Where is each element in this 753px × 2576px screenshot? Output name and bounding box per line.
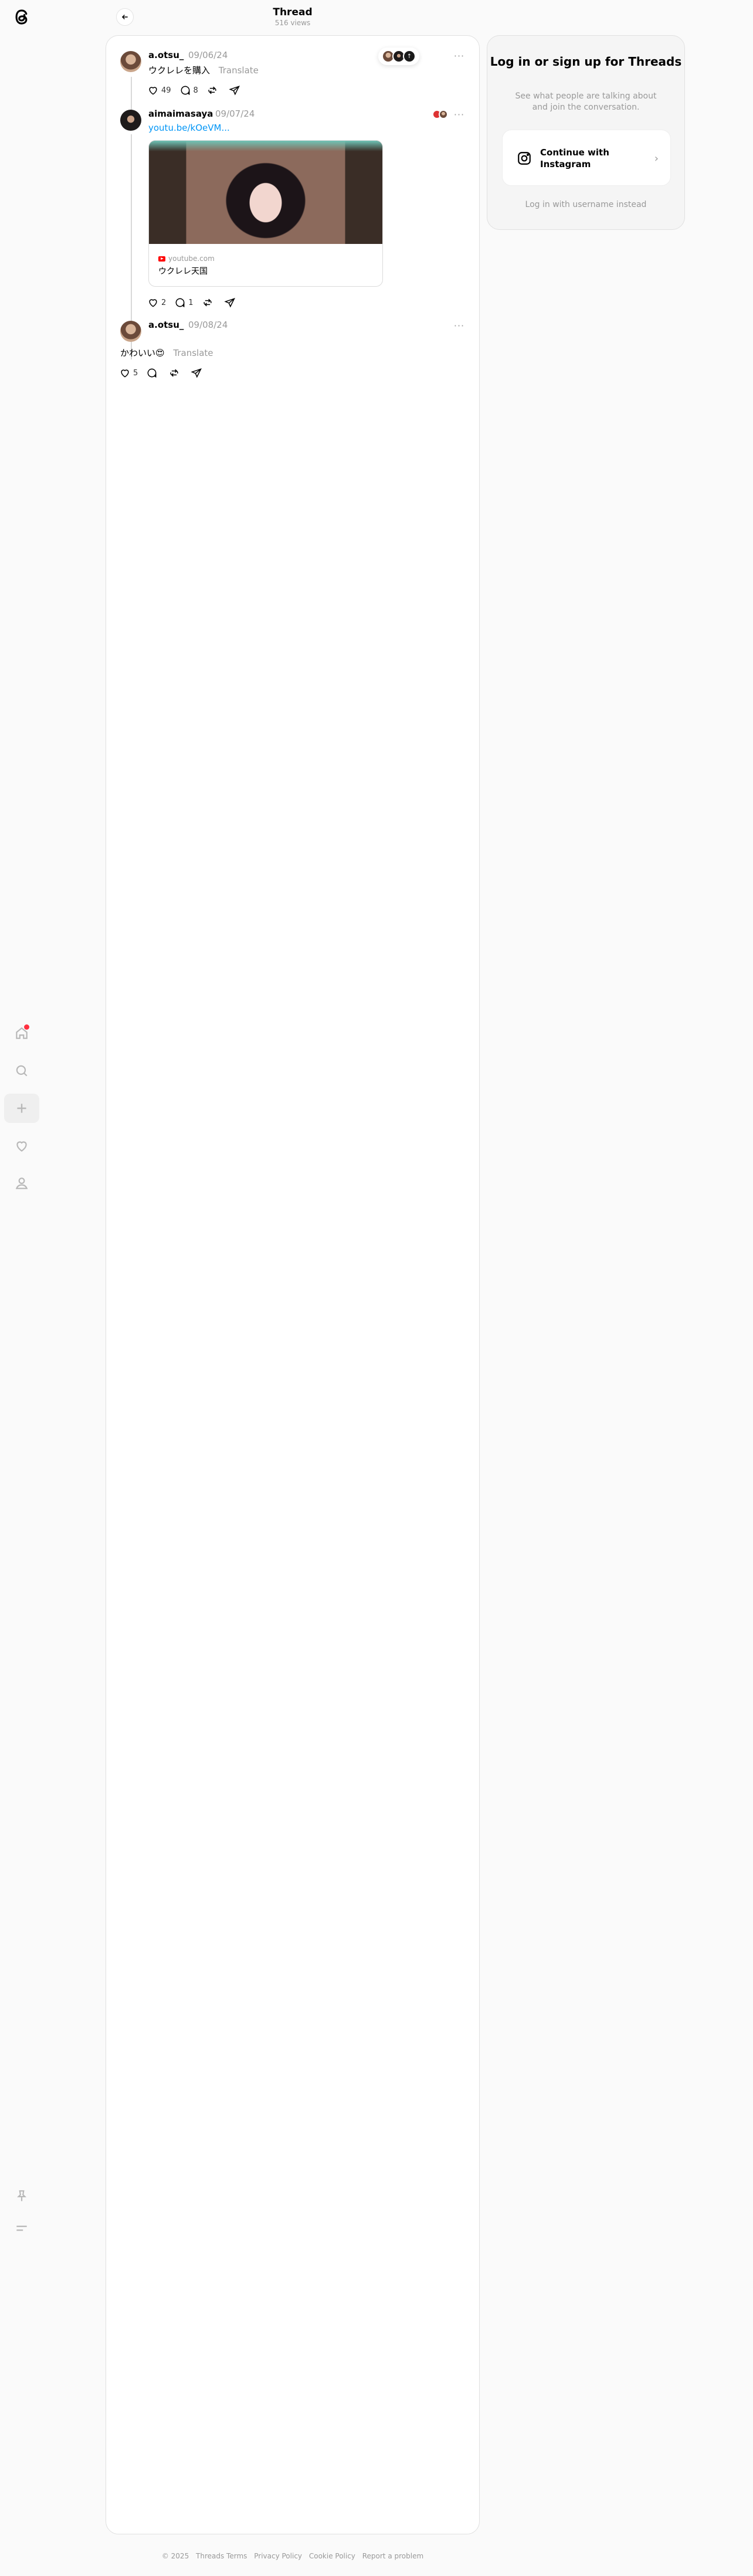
repost-icon: [170, 369, 178, 377]
repost-icon: [203, 298, 212, 307]
footer: © 2025 Threads Terms Privacy Policy Cook…: [106, 2552, 480, 2560]
post-text: かわいい😍 Translate: [120, 347, 213, 359]
translate-link[interactable]: Translate: [219, 65, 259, 76]
reply-count: 1: [188, 298, 194, 307]
send-icon: [191, 368, 202, 378]
participants-avatars[interactable]: ↑: [378, 47, 419, 65]
reply-button[interactable]: 1: [174, 295, 194, 310]
post-body: かわいい😍: [120, 348, 165, 358]
post-date[interactable]: 09/08/24: [188, 320, 228, 330]
login-subtitle: See what people are talking about and jo…: [515, 91, 657, 112]
link-preview-card[interactable]: youtube.com ウクレレ天国: [148, 140, 383, 287]
page-title: Thread: [273, 6, 313, 18]
post-actions: 2 1: [147, 295, 246, 310]
post-body: ウクレレを購入: [148, 65, 211, 76]
like-button[interactable]: 2: [147, 295, 166, 310]
person-icon: [15, 1177, 28, 1189]
video-thumbnail[interactable]: [149, 141, 382, 244]
like-button[interactable]: 5: [119, 365, 138, 381]
post-text: ウクレレを購入 Translate: [148, 64, 259, 76]
post-link[interactable]: youtu.be/kOeVM...: [148, 123, 230, 133]
footer-privacy-link[interactable]: Privacy Policy: [254, 2552, 302, 2560]
comment-icon: [181, 86, 189, 96]
heart-icon: [16, 1141, 27, 1152]
post-actions: 49 8: [147, 83, 251, 98]
liker-avatars: [432, 110, 448, 119]
nav-create[interactable]: [4, 1094, 39, 1123]
send-icon: [223, 298, 235, 308]
embed-title: ウクレレ天国: [158, 267, 208, 276]
avatar: [439, 110, 448, 119]
repost-button[interactable]: [206, 83, 221, 98]
login-title: Log in or sign up for Threads: [490, 55, 682, 69]
like-count: 5: [133, 368, 138, 378]
avatar[interactable]: [120, 110, 141, 131]
footer-terms-link[interactable]: Threads Terms: [196, 2552, 247, 2560]
username[interactable]: a.otsu_: [148, 50, 184, 60]
comment-icon: [175, 298, 185, 308]
like-button[interactable]: 49: [147, 83, 171, 98]
view-count: 516 views: [274, 19, 311, 27]
like-count: 2: [161, 298, 167, 307]
footer-copyright: © 2025: [161, 2552, 189, 2560]
youtube-icon: [158, 256, 165, 262]
like-count: 49: [161, 86, 171, 95]
reply-button[interactable]: 8: [179, 83, 198, 98]
pin-icon: [16, 2190, 27, 2201]
chevron-right-icon: ›: [654, 152, 659, 165]
share-button[interactable]: [229, 83, 243, 98]
avatar[interactable]: [120, 321, 141, 342]
threads-logo-icon[interactable]: [12, 7, 32, 27]
thread-header: Thread 516 views: [106, 0, 480, 35]
instagram-icon: [518, 152, 531, 165]
post-actions: 5: [119, 365, 213, 381]
share-button[interactable]: [223, 295, 238, 310]
username[interactable]: a.otsu_: [148, 320, 184, 330]
repost-button[interactable]: [168, 365, 182, 381]
arrow-up-icon: ↑: [403, 50, 416, 63]
footer-report-link[interactable]: Report a problem: [362, 2552, 423, 2560]
post-date[interactable]: 09/06/24: [188, 50, 228, 60]
nav-pin[interactable]: [4, 2181, 39, 2211]
username-login-link[interactable]: Log in with username instead: [487, 200, 684, 209]
reply-count: 8: [193, 86, 198, 95]
heart-icon: [149, 87, 157, 95]
login-panel: Log in or sign up for Threads See what p…: [487, 35, 685, 230]
instagram-button-label: Continue with Instagram: [540, 147, 609, 169]
repost-button[interactable]: [202, 295, 216, 310]
notification-dot: [24, 1024, 29, 1030]
menu-icon: [16, 2225, 27, 2231]
more-icon[interactable]: ···: [452, 50, 466, 62]
nav-search[interactable]: [4, 1056, 39, 1085]
plus-icon: [17, 1104, 26, 1113]
more-icon[interactable]: ···: [452, 320, 466, 331]
avatar[interactable]: [120, 51, 141, 72]
translate-link[interactable]: Translate: [173, 348, 213, 358]
search-icon: [16, 1065, 28, 1077]
repost-icon: [208, 86, 216, 94]
heart-icon: [121, 369, 129, 378]
share-button[interactable]: [191, 365, 205, 381]
embed-domain: youtube.com: [168, 254, 215, 263]
nav-menu[interactable]: [4, 2214, 39, 2243]
nav-activity[interactable]: [4, 1131, 39, 1160]
username[interactable]: aimaimasaya: [148, 108, 213, 119]
post-date[interactable]: 09/07/24: [215, 108, 255, 119]
send-icon: [229, 86, 240, 96]
continue-with-instagram-button[interactable]: Continue with Instagram ›: [502, 130, 671, 186]
footer-cookie-link[interactable]: Cookie Policy: [309, 2552, 355, 2560]
more-icon[interactable]: ···: [452, 108, 466, 120]
nav-home[interactable]: [4, 1019, 39, 1048]
reply-button[interactable]: [146, 365, 160, 381]
comment-icon: [147, 368, 157, 378]
heart-icon: [149, 299, 157, 307]
embed-source: youtube.com: [158, 254, 215, 263]
thread-card: ↑ a.otsu_ 09/06/24 ··· ウクレレを購入 Translate…: [106, 35, 480, 2534]
nav-profile[interactable]: [4, 1169, 39, 1198]
